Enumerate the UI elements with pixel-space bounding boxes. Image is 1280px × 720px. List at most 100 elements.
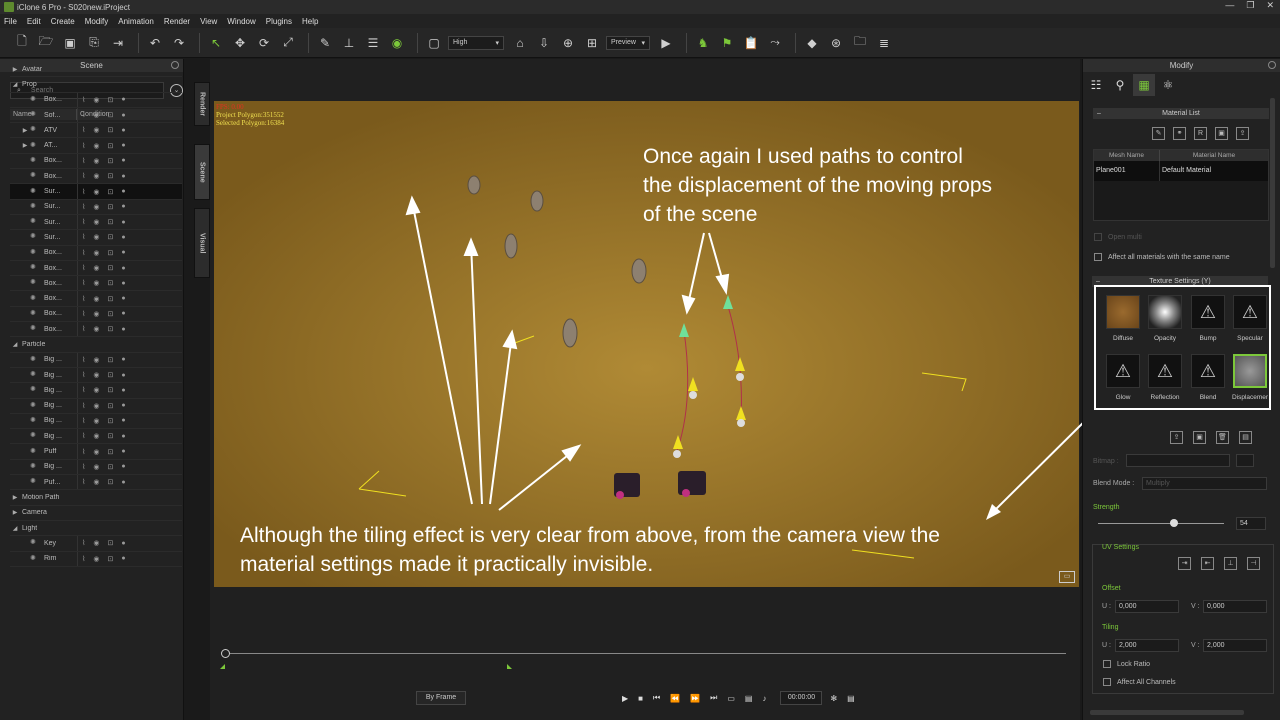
eye-icon[interactable]: ◉ bbox=[93, 295, 99, 303]
expand-arrow-icon[interactable]: ▶ bbox=[10, 66, 20, 73]
texture-specular[interactable]: ⚠ Specular bbox=[1229, 295, 1271, 342]
link-icon[interactable]: ⌇ bbox=[82, 478, 85, 486]
tab-visual[interactable]: Visual bbox=[194, 208, 210, 278]
motion-icon[interactable]: ♞ bbox=[693, 33, 713, 53]
scene-item[interactable]: ✺ Sur... ⌇ ◉ ⊡ ● bbox=[10, 214, 182, 231]
menu-create[interactable]: Create bbox=[51, 17, 75, 26]
scene-category[interactable]: ▶ Motion Path bbox=[10, 490, 182, 506]
tab-render[interactable]: Render bbox=[194, 82, 210, 126]
quality-dropdown[interactable]: High ▾ bbox=[448, 35, 504, 50]
eye-icon[interactable]: ◉ bbox=[93, 463, 99, 471]
eye-icon[interactable]: ◉ bbox=[93, 157, 99, 165]
link-icon[interactable]: ⌇ bbox=[82, 539, 85, 547]
material-list-header[interactable]: – Material List bbox=[1093, 108, 1269, 119]
scene-item[interactable]: ✺ Box... ⌇ ◉ ⊡ ● bbox=[10, 169, 182, 185]
lock-icon[interactable]: ⊡ bbox=[108, 310, 114, 318]
tiling-u-input[interactable]: 2,000 bbox=[1115, 639, 1179, 652]
scene-item[interactable]: ✺ Key ⌇ ◉ ⊡ ● bbox=[10, 536, 182, 552]
texture-displacement[interactable]: Displacemer bbox=[1229, 354, 1271, 401]
eye-icon[interactable]: ◉ bbox=[93, 218, 99, 226]
expand-arrow-icon[interactable]: ▶ bbox=[10, 494, 20, 501]
eye-icon[interactable]: ◉ bbox=[93, 111, 99, 119]
scene-item[interactable]: ✺ Box... ⌇ ◉ ⊡ ● bbox=[10, 92, 182, 108]
affect-all-checkbox[interactable]: Affect all materials with the same name bbox=[1094, 253, 1230, 261]
scene-item[interactable]: ✺ Box... ⌇ ◉ ⊡ ● bbox=[10, 276, 182, 292]
lock-icon[interactable]: ⊡ bbox=[108, 188, 114, 196]
by-frame-button[interactable]: By Frame bbox=[416, 691, 466, 705]
motion-figure-icon[interactable]: ⚲ bbox=[1109, 74, 1131, 96]
atom-icon[interactable]: ⚛ bbox=[1157, 74, 1179, 96]
lock-icon[interactable]: ⊡ bbox=[108, 371, 114, 379]
link-icon[interactable]: ⌇ bbox=[82, 264, 85, 272]
link-icon[interactable]: ⌇ bbox=[82, 233, 85, 241]
menu-modify[interactable]: Modify bbox=[85, 17, 109, 26]
table-row[interactable]: Plane001 Default Material bbox=[1094, 161, 1268, 181]
eye-icon[interactable]: ◉ bbox=[93, 555, 99, 563]
render-icon[interactable]: ● bbox=[121, 127, 125, 134]
scene-category[interactable]: ▶ Camera bbox=[10, 506, 182, 521]
play-icon[interactable]: ▶ bbox=[622, 694, 628, 703]
lock-icon[interactable]: ⊡ bbox=[108, 126, 114, 134]
music-note-icon[interactable]: ♪ bbox=[762, 694, 766, 703]
link-icon[interactable]: ⌇ bbox=[82, 203, 85, 211]
scene-item[interactable]: ✺ Big ... ⌇ ◉ ⊡ ● bbox=[10, 398, 182, 414]
save-material-icon[interactable]: ▣ bbox=[1215, 127, 1228, 140]
scene-category[interactable]: ◢ Light bbox=[10, 521, 182, 537]
export-material-icon[interactable]: ⇪ bbox=[1236, 127, 1249, 140]
slider-handle[interactable] bbox=[1170, 519, 1178, 527]
edit-texture-icon[interactable]: ▣ bbox=[1193, 431, 1206, 444]
lock-icon[interactable]: ⊡ bbox=[108, 432, 114, 440]
scene-item[interactable]: ✺ Sur... ⌇ ◉ ⊡ ● bbox=[10, 230, 182, 246]
lock-icon[interactable]: ⊡ bbox=[108, 172, 114, 180]
new-file-icon[interactable]: 🗋 bbox=[12, 33, 32, 53]
align-vertical-icon[interactable]: ⊣ bbox=[1247, 557, 1260, 570]
offset-v-input[interactable]: 0,000 bbox=[1203, 600, 1267, 613]
link-icon[interactable]: ⚭ bbox=[1173, 127, 1186, 140]
timeline-panel-icon[interactable]: ▤ bbox=[847, 694, 855, 703]
eye-icon[interactable]: ◉ bbox=[93, 432, 99, 440]
render-icon[interactable]: ● bbox=[121, 372, 125, 379]
link-icon[interactable]: ⌇ bbox=[82, 249, 85, 257]
scene-item[interactable]: ✺ Box... ⌇ ◉ ⊡ ● bbox=[10, 153, 182, 170]
render-icon[interactable]: ● bbox=[121, 188, 125, 195]
lock-icon[interactable]: ⊡ bbox=[108, 478, 114, 486]
exit-icon[interactable]: ⇥ bbox=[108, 33, 128, 53]
lock-icon[interactable]: ⊡ bbox=[108, 463, 114, 471]
link-icon[interactable]: ⌇ bbox=[82, 295, 85, 303]
eye-icon[interactable]: ◉ bbox=[93, 356, 99, 364]
scene-item[interactable]: ✺ Box... ⌇ ◉ ⊡ ● bbox=[10, 322, 182, 338]
lock-icon[interactable]: ⊡ bbox=[108, 157, 114, 165]
link-icon[interactable]: ⌇ bbox=[82, 402, 85, 410]
render-icon[interactable]: ● bbox=[121, 280, 125, 287]
key-icon[interactable]: ◆ bbox=[802, 33, 822, 53]
tab-scene[interactable]: Scene bbox=[194, 144, 210, 200]
open-multi-checkbox[interactable]: Open multi bbox=[1094, 233, 1142, 241]
texture-diffuse[interactable]: Diffuse bbox=[1102, 295, 1144, 342]
camera-home-icon[interactable]: ⌂ bbox=[510, 33, 530, 53]
eye-icon[interactable]: ◉ bbox=[93, 126, 99, 134]
render-icon[interactable]: ● bbox=[121, 96, 125, 103]
lock-icon[interactable]: ⊡ bbox=[108, 539, 114, 547]
link-icon[interactable]: ⌇ bbox=[82, 371, 85, 379]
scene-item[interactable]: ▶ ✺ ATV ⌇ ◉ ⊡ ● bbox=[10, 123, 182, 139]
expand-arrow-icon[interactable]: ◢ bbox=[10, 81, 20, 88]
link-icon[interactable]: ⌇ bbox=[82, 417, 85, 425]
render-icon[interactable]: ● bbox=[121, 310, 125, 317]
eye-icon[interactable]: ◉ bbox=[93, 188, 99, 196]
render-icon[interactable]: ● bbox=[121, 356, 125, 363]
scene-item[interactable]: ▶ ✺ AT... ⌇ ◉ ⊡ ● bbox=[10, 138, 182, 154]
flip-v-icon[interactable]: ⇤ bbox=[1201, 557, 1214, 570]
eye-icon[interactable]: ◉ bbox=[93, 539, 99, 547]
scene-item[interactable]: ✺ Box... ⌇ ◉ ⊡ ● bbox=[10, 291, 182, 307]
rotate-icon[interactable]: ⟳ bbox=[254, 33, 274, 53]
eye-icon[interactable]: ◉ bbox=[93, 264, 99, 272]
settings-list-icon[interactable]: ≣ bbox=[874, 33, 894, 53]
scene-item[interactable]: ✺ Big ... ⌇ ◉ ⊡ ● bbox=[10, 429, 182, 445]
expand-arrow-icon[interactable]: ▶ bbox=[10, 509, 20, 516]
align-icon[interactable]: ⊥ bbox=[339, 33, 359, 53]
blend-mode-dropdown[interactable]: Multiply bbox=[1142, 477, 1267, 490]
link-icon[interactable]: ⌇ bbox=[82, 172, 85, 180]
link-icon[interactable]: ⌇ bbox=[82, 188, 85, 196]
lock-icon[interactable]: ⊡ bbox=[108, 279, 114, 287]
scene-item[interactable]: ✺ Box... ⌇ ◉ ⊡ ● bbox=[10, 245, 182, 261]
